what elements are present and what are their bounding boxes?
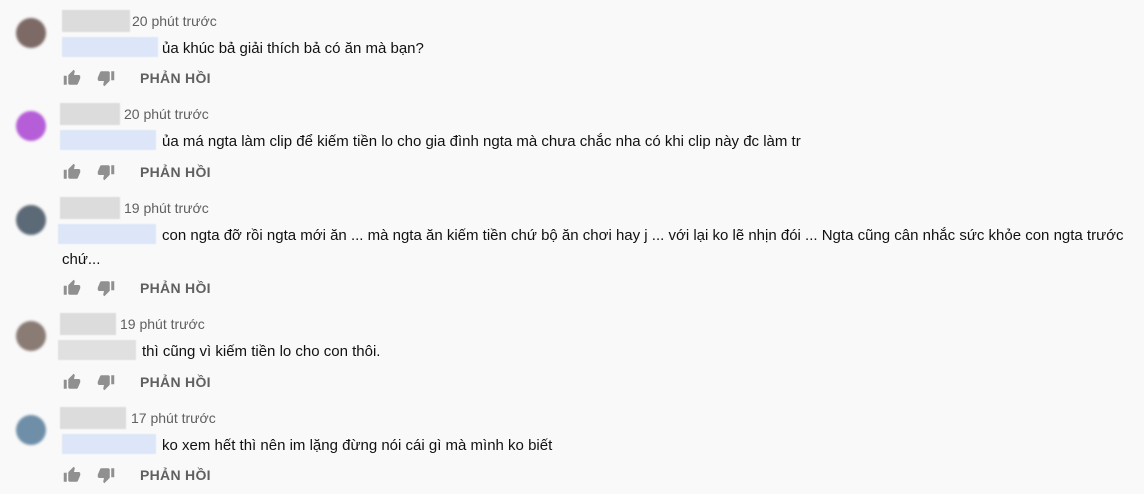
reply-button[interactable]: PHẢN HỒI (140, 280, 211, 296)
like-button[interactable] (60, 66, 84, 90)
comment-actions: PHẢN HỒI (60, 276, 211, 300)
like-button[interactable] (60, 370, 84, 394)
comment-text: thì cũng vì kiếm tiền lo cho con thôi. (142, 343, 381, 360)
comment-text: ủa má ngta làm clip để kiếm tiền lo cho … (162, 133, 801, 150)
comment-thread-item: 20 phút trước ủa khúc bả giải thích bả c… (0, 10, 1144, 90)
thumbs-up-icon (63, 163, 81, 179)
avatar[interactable] (16, 415, 46, 445)
thumbs-down-icon (97, 71, 115, 87)
like-button[interactable] (60, 276, 84, 300)
comment-timestamp[interactable]: 20 phút trước (124, 106, 209, 122)
comment-text: ko xem hết thì nên im lặng đừng nói cái … (162, 437, 553, 454)
comment-thread-item: 20 phút trước ủa má ngta làm clip để kiế… (0, 103, 1144, 183)
author-name-redacted[interactable] (60, 103, 120, 125)
comment-thread-item: 19 phút trước con ngta đỡ rồi ngta mới ă… (0, 197, 1144, 301)
avatar[interactable] (16, 205, 46, 235)
like-button[interactable] (60, 463, 84, 487)
thumbs-down-icon (97, 281, 115, 297)
avatar[interactable] (16, 321, 46, 351)
comment-timestamp[interactable]: 20 phút trước (132, 13, 217, 29)
thumbs-up-icon (63, 466, 81, 482)
avatar[interactable] (16, 18, 46, 48)
dislike-button[interactable] (94, 276, 118, 300)
reply-button[interactable]: PHẢN HỒI (140, 467, 211, 483)
comment-timestamp[interactable]: 19 phút trước (120, 316, 205, 332)
thumbs-up-icon (63, 69, 81, 85)
comment-timestamp[interactable]: 19 phút trước (124, 200, 209, 216)
reply-button[interactable]: PHẢN HỒI (140, 70, 211, 86)
dislike-button[interactable] (94, 370, 118, 394)
thumbs-down-icon (97, 165, 115, 181)
avatar[interactable] (16, 111, 46, 141)
dislike-button[interactable] (94, 160, 118, 184)
author-name-redacted[interactable] (62, 10, 130, 32)
comment-actions: PHẢN HỒI (60, 66, 211, 90)
author-name-redacted[interactable] (60, 197, 120, 219)
comment-actions: PHẢN HỒI (60, 370, 211, 394)
author-name-redacted[interactable] (60, 313, 116, 335)
comment-text: ủa khúc bả giải thích bả có ăn mà bạn? (162, 40, 424, 57)
thumbs-up-icon (63, 373, 81, 389)
like-button[interactable] (60, 160, 84, 184)
dislike-button[interactable] (94, 463, 118, 487)
comment-thread-item: 19 phút trước thì cũng vì kiếm tiền lo c… (0, 313, 1144, 393)
thumbs-down-icon (97, 468, 115, 484)
reply-button[interactable]: PHẢN HỒI (140, 164, 211, 180)
comment-text: con ngta đỡ rồi ngta mới ăn ... mà ngta … (62, 227, 1124, 268)
thumbs-up-icon (63, 279, 81, 295)
comment-actions: PHẢN HỒI (60, 463, 211, 487)
comment-timestamp[interactable]: 17 phút trước (131, 410, 216, 426)
thumbs-down-icon (97, 375, 115, 391)
dislike-button[interactable] (94, 66, 118, 90)
comment-actions: PHẢN HỒI (60, 160, 211, 184)
reply-button[interactable]: PHẢN HỒI (140, 374, 211, 390)
comment-thread-item: 17 phút trước ko xem hết thì nên im lặng… (0, 407, 1144, 487)
author-name-redacted[interactable] (60, 407, 126, 429)
